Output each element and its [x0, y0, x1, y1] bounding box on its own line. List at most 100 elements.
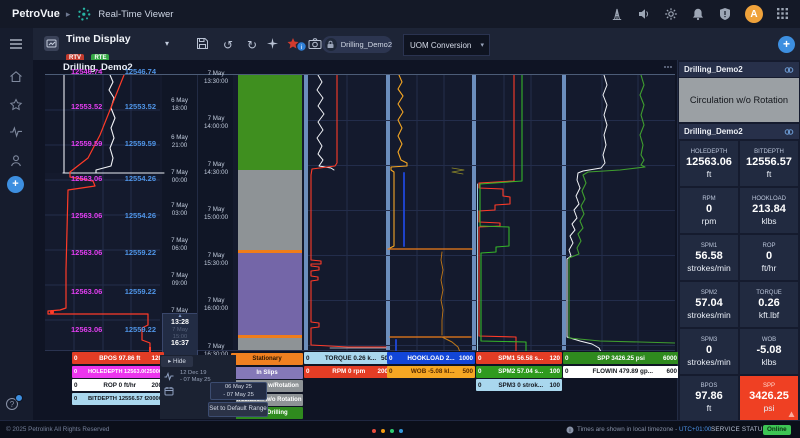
home-icon[interactable] [9, 70, 24, 85]
time-tick: 7 May09:00 [162, 272, 197, 287]
status-panel-title: Drilling_Demo2 [684, 65, 784, 74]
brand-logo-text[interactable]: PetroVue [12, 8, 60, 20]
time-tick: 7 May14:30:00 [198, 161, 234, 176]
depth-label-row: 12553.5212553.52 [45, 102, 158, 112]
undo-button[interactable]: ↺ [220, 37, 236, 53]
left-rail [0, 28, 33, 420]
time-range-controls: ▸ Hide 12 Dec 19- 07 May 25 06 May 25- 0… [160, 355, 236, 419]
alerts-shield-icon[interactable] [718, 7, 732, 21]
user-avatar[interactable]: A [745, 5, 763, 23]
redo-button[interactable]: ↻ [244, 37, 260, 53]
time-tick: 7 May16:00:00 [198, 297, 234, 312]
current-activity-status: Circulation w/o Rotation [679, 78, 799, 122]
hide-panel-button[interactable]: ▸ Hide [161, 356, 193, 367]
add-panel-button[interactable]: + [778, 36, 795, 53]
set-default-range-button[interactable]: Set to Default Range [208, 402, 268, 417]
depth-label-row: 12563.0612559.22 [45, 325, 158, 335]
bpos-value-marker [149, 347, 151, 352]
time-tick: 7 May03:00 [162, 202, 197, 217]
notifications-bell-icon[interactable] [691, 7, 705, 21]
scale-bar-rpm[interactable]: 0RPM 0 rpm200 [304, 366, 390, 378]
depth-label-row: 12559.5912559.59 [45, 139, 158, 149]
view-dropdown-caret-icon[interactable]: ▾ [165, 39, 169, 48]
scale-bar-wob[interactable]: 0WOB -5.08 kl...500 [387, 366, 475, 378]
status-panel-header[interactable]: Drilling_Demo2 [679, 62, 799, 77]
scale-bar-bpos[interactable]: 0BPOS 97.86 ft120 [72, 352, 164, 364]
breadcrumb-caret-icon: ▸ [66, 9, 71, 20]
values-panel-title: Drilling_Demo2 [684, 127, 784, 136]
value-cell-spm2: SPM257.04strokes/min [680, 282, 738, 327]
right-sidebar: Drilling_Demo2 Circulation w/o Rotation … [678, 60, 800, 420]
value-cell-wob: WOB-5.08klbs [740, 329, 798, 374]
service-status-label: SERVICE STATUS [711, 426, 767, 433]
rail-add-button[interactable]: + [7, 176, 24, 193]
uom-caret-icon: ▾ [480, 41, 484, 49]
value-cell-rop: ROP0ft/hr [740, 235, 798, 280]
app-logo-icon [76, 6, 92, 22]
full-range-label[interactable]: 12 Dec 19- 07 May 25 [180, 370, 211, 384]
panel-options-icon[interactable] [784, 66, 794, 74]
time-tick: 7 May00:00 [162, 169, 197, 184]
timezone-note: Times are shown in local timezone - UTC+… [577, 426, 711, 433]
value-cell-holedepth: HOLEDEPTH12563.06ft [680, 141, 738, 186]
volume-icon[interactable] [637, 7, 651, 21]
view-type-icon [44, 36, 59, 51]
value-cell-torque: TORQUE0.26kft.lbf [740, 282, 798, 327]
depth-label-row: 12546.7412546.74 [45, 67, 158, 77]
time-tick: 7 May15:00:00 [198, 206, 234, 221]
time-tick: 7 May14:00:00 [198, 115, 234, 130]
range-start-time: 13:28 [163, 319, 197, 327]
values-panel-header[interactable]: Drilling_Demo2 [679, 124, 799, 139]
time-tick: 6 May18:00 [162, 97, 197, 112]
range-end-time: 16:37 [163, 340, 197, 348]
full-range-pulse-icon [164, 372, 174, 381]
value-cell-bpos: BPOS97.86ft [680, 376, 738, 420]
activity-pulse-icon[interactable] [9, 126, 24, 141]
scale-bar-hookload[interactable]: 0HOOKLOAD 2...1000 [387, 352, 475, 364]
calendar-icon [164, 386, 174, 396]
petrovue-app: PetroVue ▸ Real-Time Viewer A [0, 0, 800, 438]
timezone-link[interactable]: UTC+01:00 [679, 426, 711, 433]
legend-in-slips: In Slips [231, 367, 303, 379]
workspace-pill[interactable]: Drilling_Demo2 [322, 36, 392, 53]
scale-bar-torque[interactable]: 0TORQUE 0.26 k...50 [304, 352, 390, 364]
notifications-badge-button[interactable]: i [286, 37, 308, 53]
panel-options-icon[interactable] [784, 128, 794, 136]
selected-range-box[interactable]: 06 May 25- 07 May 25 [210, 382, 267, 400]
service-status-badge: Online [763, 425, 791, 435]
legend-stationary: Stationary [231, 353, 303, 365]
menu-hamburger-icon[interactable] [9, 38, 24, 53]
auto-arrange-button[interactable] [266, 37, 282, 53]
depth-label-row: 12563.0612559.22 [45, 287, 158, 297]
rig-icon[interactable] [610, 7, 624, 21]
settings-gear-icon[interactable] [664, 7, 678, 21]
time-tick: 7 May15:30:00 [198, 252, 234, 267]
alarm-corner-icon [788, 411, 795, 418]
time-tick: 6 May21:00 [162, 134, 197, 149]
value-cell-spm1: SPM156.58strokes/min [680, 235, 738, 280]
favorites-star-icon[interactable] [9, 98, 24, 113]
scale-bar-rop[interactable]: 0ROP 0 ft/hr200 [72, 379, 164, 391]
status-dot-red [372, 429, 376, 433]
scale-bar-holedepth[interactable]: 0HOLEDEPTH 12563.06 ft25000 [72, 366, 164, 378]
hide-caret-icon: ▸ [168, 358, 171, 365]
value-cell-rpm: RPM0rpm [680, 188, 738, 233]
scale-bar-spm2[interactable]: 0SPM2 57.04 s...100 [476, 366, 562, 378]
scale-bar-flowin[interactable]: 0FLOWIN 479.89 gp...600 [563, 366, 679, 378]
selected-time-range[interactable]: ▴ 13:28 7 May 15:00 16:37 [162, 313, 198, 358]
user-profile-icon[interactable] [9, 154, 24, 169]
scale-bar-spm1[interactable]: 0SPM1 56.58 s...120 [476, 352, 562, 364]
scale-bar-spp[interactable]: 0SPP 3426.25 psi6000 [563, 352, 679, 364]
depth-label-row: 12563.0612554.26 [45, 174, 158, 184]
apps-grid-icon[interactable] [776, 7, 790, 21]
scale-bar-spm3[interactable]: 0SPM3 0 strok...100 [476, 379, 562, 391]
value-cell-bitdepth: BITDEPTH12556.57ft [740, 141, 798, 186]
lock-icon [325, 38, 337, 51]
value-cell-spp-alarm: SPP3426.25psi [740, 376, 798, 420]
depth-label-row: 12563.0612554.26 [45, 211, 158, 221]
scale-bar-bitdepth[interactable]: 0BITDEPTH 12556.57 ft20000 [72, 393, 164, 405]
footer-bar: © 2025 Petrolink All Rights Reserved i T… [0, 420, 800, 438]
uom-conversion-select[interactable]: UOM Conversion ▾ [403, 34, 490, 56]
chart-panel: Drilling_Demo2 [33, 60, 678, 420]
save-button[interactable] [196, 37, 212, 53]
